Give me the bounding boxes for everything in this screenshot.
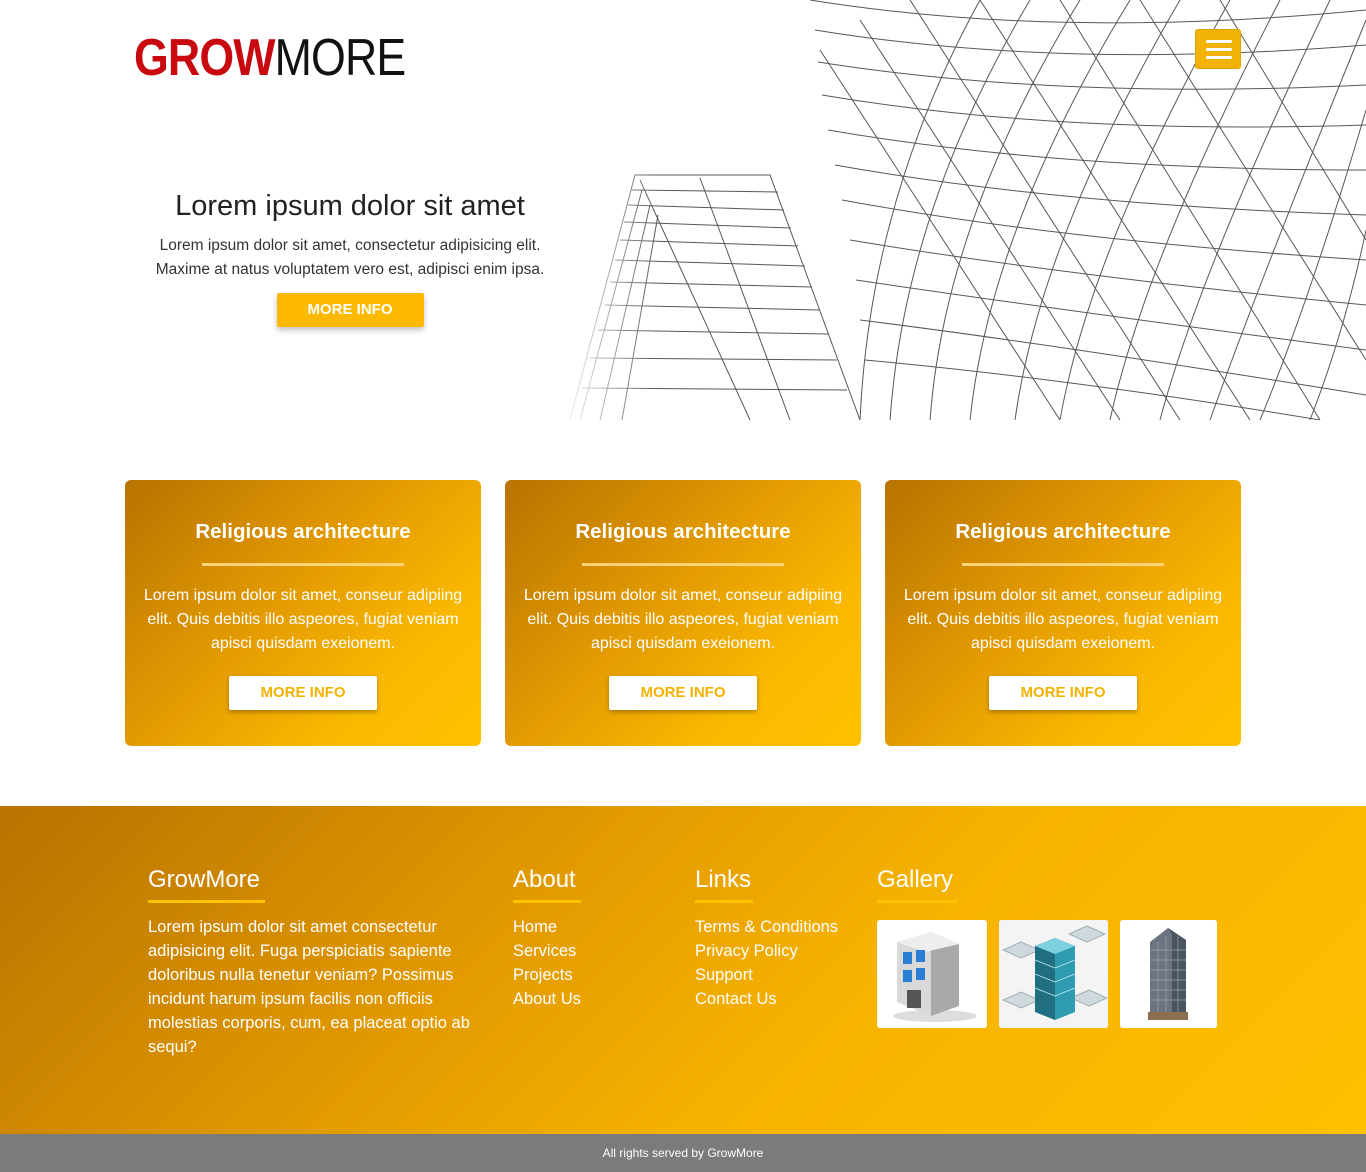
menu-bar [1206,56,1232,59]
card-more-info-button[interactable]: MORE INFO [989,676,1137,710]
links-list: Terms & Conditions Privacy Policy Suppor… [695,915,838,1011]
footer-links-title: Links [695,866,752,893]
footer: GrowMore Lorem ipsum dolor sit amet cons… [0,806,1366,1134]
gallery-skyscraper-photo[interactable] [1120,920,1217,1028]
card-more-info-button[interactable]: MORE INFO [229,676,377,710]
card-text: Lorem ipsum dolor sit amet, conseur adip… [903,587,1223,652]
menu-bar [1206,40,1232,43]
hero-desc-line-1: Lorem ipsum dolor sit amet, consectetur … [159,237,541,254]
footer-brand-text: Lorem ipsum dolor sit amet consectetur a… [148,918,470,1056]
card-divider [962,563,1164,566]
wireframe-building-image [560,0,1366,420]
card-divider [582,563,784,566]
hero-section: GROWMORE Lorem ipsum dolor sit amet Lore… [0,0,1366,420]
footer-about-title: About [513,866,576,893]
heading-underline [148,900,265,903]
footer-brand-title: GrowMore [148,866,261,893]
footer-link-projects[interactable]: Projects [513,966,573,984]
menu-bar [1206,48,1232,51]
feature-card: Religious architecture Lorem ipsum dolor… [505,480,861,746]
copyright-bar: All rights served by GrowMore [0,1134,1366,1172]
gallery-thumbnails [877,920,1217,1028]
growmore-logo[interactable]: GROWMORE [134,29,407,87]
footer-link-support[interactable]: Support [695,966,753,984]
hamburger-menu-icon[interactable] [1195,29,1241,69]
hero-desc-line-2: Maxime at natus voluptatem vero est, adi… [155,261,545,278]
copyright-text: All rights served by GrowMore [602,1146,764,1160]
hero-description: Lorem ipsum dolor sit amet, consectetur … [130,234,570,282]
gallery-isometric-office-tower-icon[interactable] [999,920,1108,1028]
gallery-office-building-icon[interactable] [877,920,987,1028]
hero-content: Lorem ipsum dolor sit amet Lorem ipsum d… [130,186,570,327]
card-text: Lorem ipsum dolor sit amet, conseur adip… [523,587,843,652]
card-title: Religious architecture [195,520,411,543]
heading-underline [695,900,753,903]
hero-more-info-button[interactable]: MORE INFO [276,293,424,327]
logo-more: MORE [274,29,407,87]
footer-link-about-us[interactable]: About Us [513,990,581,1008]
footer-link-contact[interactable]: Contact Us [695,990,777,1008]
footer-about-column: About Home Services Projects About Us [513,864,581,1011]
heading-underline [877,900,957,903]
footer-link-privacy[interactable]: Privacy Policy [695,942,798,960]
card-text: Lorem ipsum dolor sit amet, conseur adip… [143,587,463,652]
card-title: Religious architecture [955,520,1171,543]
footer-links-column: Links Terms & Conditions Privacy Policy … [695,864,838,1011]
feature-card: Religious architecture Lorem ipsum dolor… [125,480,481,746]
footer-link-services[interactable]: Services [513,942,576,960]
footer-link-home[interactable]: Home [513,918,557,936]
card-title: Religious architecture [575,520,791,543]
logo-grow: GROW [134,29,275,87]
feature-card: Religious architecture Lorem ipsum dolor… [885,480,1241,746]
feature-cards: Religious architecture Lorem ipsum dolor… [125,480,1241,746]
about-links-list: Home Services Projects About Us [513,915,581,1011]
footer-gallery-title: Gallery [877,866,954,893]
footer-brand-column: GrowMore Lorem ipsum dolor sit amet cons… [148,864,488,1059]
footer-link-terms[interactable]: Terms & Conditions [695,918,838,936]
hero-title: Lorem ipsum dolor sit amet [175,190,525,222]
footer-gallery-column: Gallery [877,864,957,903]
heading-underline [513,900,581,903]
card-more-info-button[interactable]: MORE INFO [609,676,757,710]
card-divider [202,563,404,566]
